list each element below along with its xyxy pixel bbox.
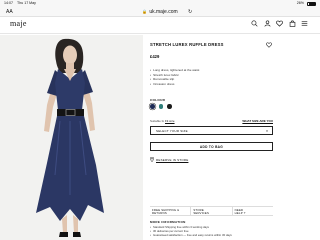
battery-percent: 26% [296,1,304,5]
reserve-in-store-link[interactable]: RESERVE IN STORE [150,157,188,162]
feature-list: Long dress, tightened at the waist Stret… [150,68,199,86]
header-divider [0,33,320,34]
header-icons [251,20,308,27]
more-info-list: Standard Shipping free within 3 working … [150,225,232,237]
colour-label: COLOUR [150,98,166,102]
services-bar: FREE SHIPPING & RETURNS STORE SERVICES N… [150,206,273,216]
service-line: RETURNS [152,210,167,215]
account-icon[interactable] [264,20,271,27]
service-store[interactable]: STORE SERVICES [191,207,233,215]
menu-icon[interactable] [301,20,308,27]
status-time: 14:07 [4,1,13,5]
search-icon[interactable] [251,20,258,27]
heart-icon[interactable] [276,20,283,27]
service-shipping[interactable]: FREE SHIPPING & RETURNS [150,207,192,215]
service-help[interactable]: NEED HELP ? [233,207,273,215]
model-illustration [36,38,104,237]
colour-swatch-navy[interactable] [150,104,155,109]
chevron-down-icon: ▾ [266,129,268,133]
more-info-item: Guaranteed satisfaction — free and easy … [150,233,232,237]
service-line: HELP ? [234,210,246,215]
browser-url-bar: AA 🔒 uk.maje.com ↻ [0,7,320,17]
fit-value: Fit size [165,119,175,123]
url-text: uk.maje.com [149,8,178,15]
colour-swatches [150,104,172,109]
status-right: 26% [297,0,316,7]
colour-swatch-black[interactable] [167,104,172,109]
size-select-label: SELECT YOUR SIZE [156,129,188,133]
battery-icon [307,1,316,6]
fit-info: Suitable fo Fit size [150,119,175,123]
brand-logo[interactable]: maje [10,19,27,28]
bag-icon[interactable] [289,20,296,27]
product-price: £429 [150,54,160,59]
reload-icon[interactable]: ↻ [188,9,192,15]
size-guide-link[interactable]: WHAT SIZE ARE YOU [242,119,273,123]
more-info-title: MORE INFORMATION [150,220,186,224]
status-date: Thu 17 May [17,1,36,5]
status-bar: 14:07 Thu 17 May 26% [0,0,320,7]
product-title: STRETCH LUREX RUFFLE DRESS [150,42,224,47]
service-line: SERVICES [193,210,210,215]
lock-icon: 🔒 [142,8,148,14]
feature-item: Long dress, tightened at the waist [150,68,199,73]
site-header: maje [0,17,320,29]
size-select[interactable]: SELECT YOUR SIZE ▾ [150,126,273,135]
fit-prefix: Suitable fo [150,119,166,123]
add-to-bag-button[interactable]: ADD TO BAG [150,142,273,151]
reserve-label: RESERVE IN STORE [156,157,189,162]
product-image[interactable] [0,35,143,240]
colour-swatch-teal[interactable] [158,104,163,109]
address-field[interactable]: 🔒 uk.maje.com [0,9,320,15]
product-info: STRETCH LUREX RUFFLE DRESS [150,42,276,47]
location-pin-icon [150,157,154,162]
wishlist-heart-icon[interactable] [266,42,272,48]
feature-item: Occasion dress [150,82,199,87]
